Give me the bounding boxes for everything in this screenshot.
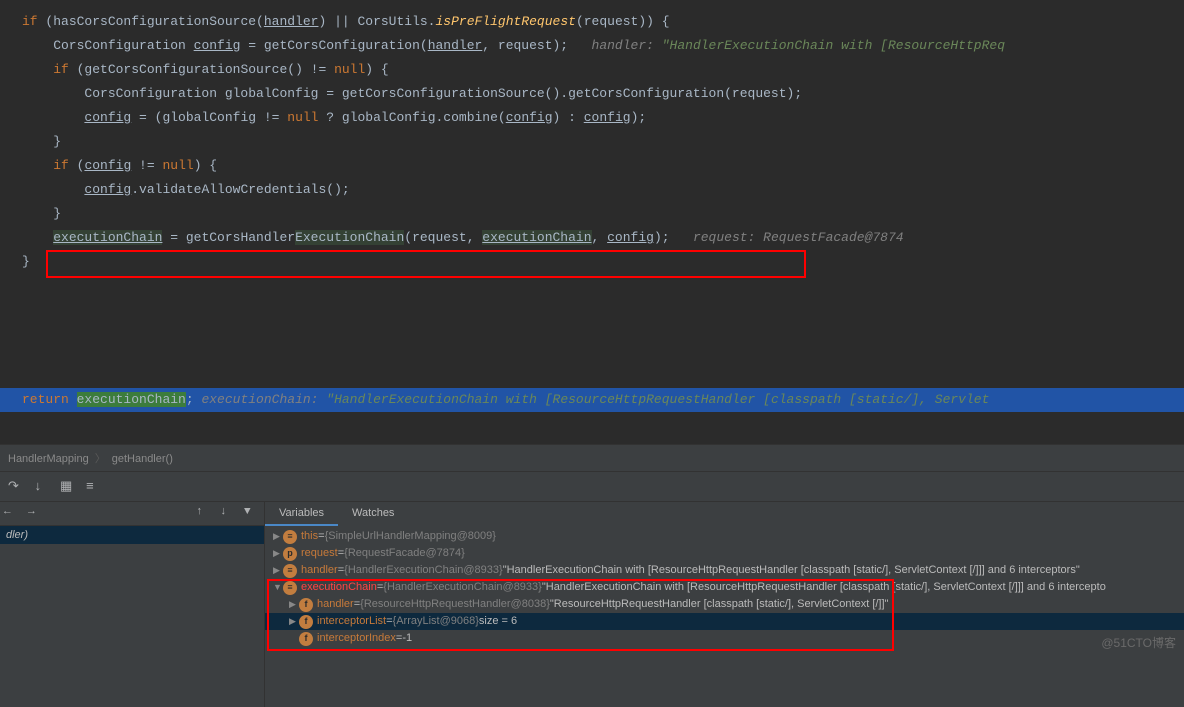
next-frame-icon[interactable]: → — [28, 506, 44, 522]
step-over-icon[interactable]: ↷ — [8, 479, 24, 495]
up-icon[interactable]: ↑ — [196, 506, 212, 522]
breadcrumb[interactable]: HandlerMapping 〉 getHandler() — [0, 444, 1184, 472]
breadcrumb-class[interactable]: HandlerMapping — [8, 453, 89, 465]
step-into-icon[interactable]: ↓ — [34, 479, 50, 495]
evaluate-icon[interactable]: ≡ — [86, 479, 102, 495]
code-line[interactable]: config.validateAllowCredentials(); — [22, 178, 1184, 202]
breadcrumb-method[interactable]: getHandler() — [112, 453, 173, 465]
debug-toolbar: ↷ ↓ ▦ ≡ — [0, 472, 1184, 502]
tabs: Variables Watches — [265, 502, 1184, 526]
tab-variables[interactable]: Variables — [265, 502, 338, 526]
expand-icon[interactable]: ▶ — [273, 545, 283, 562]
tab-watches[interactable]: Watches — [338, 502, 408, 526]
code-line[interactable]: config = (globalConfig != null ? globalC… — [22, 106, 1184, 130]
expand-icon[interactable]: ▶ — [273, 528, 283, 545]
frame-toolbar: ← → ↑ ↓ ▼ — [0, 502, 264, 526]
expand-icon[interactable]: ▶ — [273, 562, 283, 579]
variables-panel: Variables Watches ▶≡this = {SimpleUrlHan… — [265, 502, 1184, 707]
grid-icon[interactable]: ▦ — [60, 479, 76, 495]
code-line[interactable]: if (config != null) { — [22, 154, 1184, 178]
param-icon: p — [283, 547, 297, 561]
code-line[interactable]: } — [22, 202, 1184, 226]
tree-row[interactable]: ▶prequest = {RequestFacade@7874} — [265, 545, 1184, 562]
code-line[interactable]: } — [22, 130, 1184, 154]
class-icon: ≡ — [283, 564, 297, 578]
chevron-icon: 〉 — [95, 453, 106, 465]
frames-panel: ← → ↑ ↓ ▼ dler) — [0, 502, 265, 707]
debug-panel: ↷ ↓ ▦ ≡ ← → ↑ ↓ ▼ dler) Variables Watche… — [0, 472, 1184, 707]
tree-row[interactable]: ▶≡this = {SimpleUrlHandlerMapping@8009} — [265, 528, 1184, 545]
down-icon[interactable]: ↓ — [220, 506, 236, 522]
code-line[interactable]: if (hasCorsConfigurationSource(handler) … — [22, 10, 1184, 34]
code-line[interactable]: if (getCorsConfigurationSource() != null… — [22, 58, 1184, 82]
code-line[interactable]: CorsConfiguration globalConfig = getCors… — [22, 82, 1184, 106]
frame-item[interactable]: dler) — [0, 526, 264, 544]
highlight-box — [267, 579, 894, 651]
filter-icon[interactable]: ▼ — [244, 506, 260, 522]
variables-tree[interactable]: ▶≡this = {SimpleUrlHandlerMapping@8009} … — [265, 526, 1184, 707]
code-line[interactable]: executionChain = getCorsHandlerExecution… — [22, 226, 1184, 250]
class-icon: ≡ — [283, 530, 297, 544]
code-line[interactable]: CorsConfiguration config = getCorsConfig… — [22, 34, 1184, 58]
prev-frame-icon[interactable]: ← — [4, 506, 20, 522]
tree-row[interactable]: ▶≡handler = {HandlerExecutionChain@8933}… — [265, 562, 1184, 579]
code-editor[interactable]: if (hasCorsConfigurationSource(handler) … — [0, 0, 1184, 388]
watermark: @51CTO博客 — [1101, 634, 1176, 651]
execution-line[interactable]: return executionChain; executionChain: "… — [0, 388, 1184, 412]
highlight-box — [46, 250, 806, 278]
